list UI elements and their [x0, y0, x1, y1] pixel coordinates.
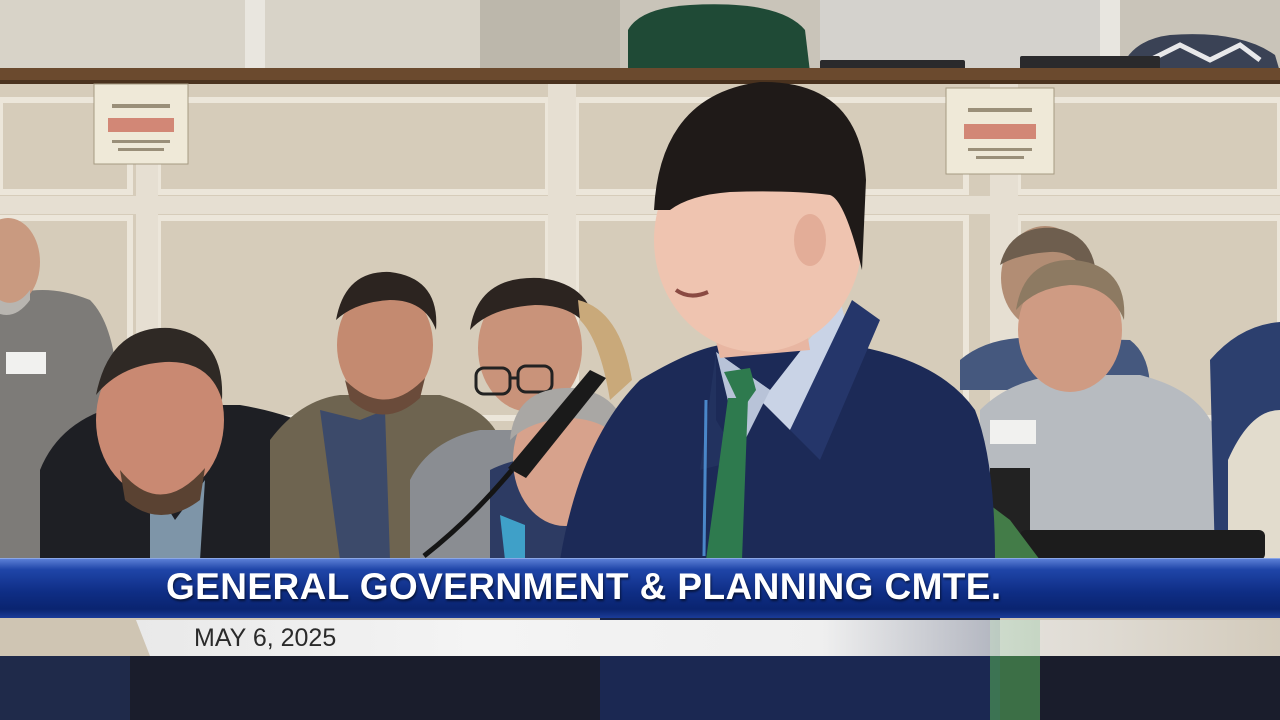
no-standing-sign-left — [93, 83, 189, 165]
wooden-rail — [0, 68, 1280, 82]
chair — [1020, 530, 1265, 560]
no-standing-sign-right — [945, 87, 1055, 175]
scene-illustration — [0, 0, 1280, 720]
attendee-edge-right — [1210, 322, 1280, 560]
hearing-room-scene — [0, 0, 1280, 720]
